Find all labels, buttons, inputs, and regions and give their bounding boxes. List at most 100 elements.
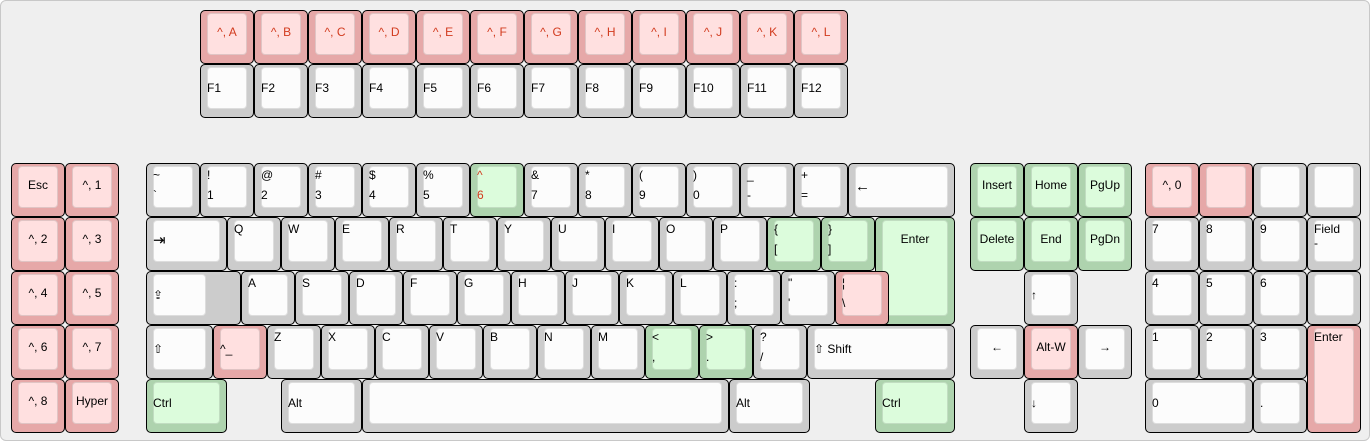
key-n[interactable]: N	[537, 325, 591, 379]
arrow-right-key[interactable]: →	[1078, 325, 1132, 379]
ctrl-c-key[interactable]: ^, C	[308, 10, 362, 64]
key-b[interactable]: B	[483, 325, 537, 379]
ctrl-i-key[interactable]: ^, I	[632, 10, 686, 64]
backspace-key[interactable]: ←	[848, 163, 955, 217]
numpad-row3-key-1[interactable]: 2	[1199, 325, 1253, 379]
key-v[interactable]: V	[429, 325, 483, 379]
numpad-row1-key-2[interactable]: 9	[1253, 217, 1307, 271]
f8-key[interactable]: F8	[578, 64, 632, 118]
ctrl-underscore-key[interactable]: ^_	[213, 325, 267, 379]
ctrl-b-key[interactable]: ^, B	[254, 10, 308, 64]
period-key[interactable]: >.	[699, 325, 753, 379]
numpad-top-key-0[interactable]: ^, 0	[1145, 163, 1199, 217]
space-bar[interactable]	[362, 379, 729, 433]
key-x[interactable]: X	[321, 325, 375, 379]
home-key[interactable]: Home	[1024, 163, 1078, 217]
f7-key[interactable]: F7	[524, 64, 578, 118]
ctrl-g-key[interactable]: ^, G	[524, 10, 578, 64]
arrow-left-key[interactable]: ←	[970, 325, 1024, 379]
left-cluster-key-2[interactable]: ^, 2	[11, 217, 65, 271]
numpad-row1-key-3[interactable]: Field -	[1307, 217, 1361, 271]
key-c[interactable]: C	[375, 325, 429, 379]
delete-key[interactable]: Delete	[970, 217, 1024, 271]
key-w[interactable]: W	[281, 217, 335, 271]
f1-key[interactable]: F1	[200, 64, 254, 118]
key-o[interactable]: O	[659, 217, 713, 271]
numpad-row3-key-0[interactable]: 1	[1145, 325, 1199, 379]
backslash-key[interactable]: ¦ \	[835, 271, 889, 325]
alt-w-key[interactable]: Alt-W	[1024, 325, 1078, 379]
f3-key[interactable]: F3	[308, 64, 362, 118]
left-cluster-key-7[interactable]: ^, 7	[65, 325, 119, 379]
f5-key[interactable]: F5	[416, 64, 470, 118]
key-t[interactable]: T	[443, 217, 497, 271]
tab-key[interactable]: ⇥	[146, 217, 227, 271]
numpad-top-key-3[interactable]	[1307, 163, 1361, 217]
numpad-top-key-1[interactable]	[1199, 163, 1253, 217]
right-ctrl-key[interactable]: Ctrl	[875, 379, 955, 433]
key-d[interactable]: D	[349, 271, 403, 325]
left-cluster-key-8[interactable]: ^, 8	[11, 379, 65, 433]
key-h[interactable]: H	[511, 271, 565, 325]
right-shift-key[interactable]: ⇧ Shift	[807, 325, 955, 379]
left-cluster-key-5[interactable]: ^, 5	[65, 271, 119, 325]
open-bracket-key[interactable]: {[	[767, 217, 821, 271]
numpad-row1-key-1[interactable]: 8	[1199, 217, 1253, 271]
key-z[interactable]: Z	[267, 325, 321, 379]
page-up-key[interactable]: PgUp	[1078, 163, 1132, 217]
numpad-row1-key-0[interactable]: 7	[1145, 217, 1199, 271]
number-row-key-2[interactable]: @2	[254, 163, 308, 217]
arrow-down-key[interactable]: ↓	[1024, 379, 1078, 433]
number-row-key-3[interactable]: #3	[308, 163, 362, 217]
f2-key[interactable]: F2	[254, 64, 308, 118]
key-a[interactable]: A	[241, 271, 295, 325]
numpad-zero-key[interactable]: 0	[1145, 379, 1253, 433]
page-down-key[interactable]: PgDn	[1078, 217, 1132, 271]
key-m[interactable]: M	[591, 325, 645, 379]
key-u[interactable]: U	[551, 217, 605, 271]
key-j[interactable]: J	[565, 271, 619, 325]
number-row-key-7[interactable]: & 7	[524, 163, 578, 217]
semicolon-key[interactable]: :;	[727, 271, 781, 325]
key-k[interactable]: K	[619, 271, 673, 325]
number-row-key-0[interactable]: ~ `	[146, 163, 200, 217]
ctrl-e-key[interactable]: ^, E	[416, 10, 470, 64]
number-row-key-1[interactable]: ! 1	[200, 163, 254, 217]
right-alt-key[interactable]: Alt	[729, 379, 810, 433]
f11-key[interactable]: F11	[740, 64, 794, 118]
key-g[interactable]: G	[457, 271, 511, 325]
left-cluster-key-4[interactable]: ^, 4	[11, 271, 65, 325]
numpad-row2-key-2[interactable]: 6	[1253, 271, 1307, 325]
key-r[interactable]: R	[389, 217, 443, 271]
left-shift-key[interactable]: ⇧	[146, 325, 213, 379]
ctrl-l-key[interactable]: ^, L	[794, 10, 848, 64]
left-cluster-key-9[interactable]: Hyper	[65, 379, 119, 433]
numpad-row2-key-1[interactable]: 5	[1199, 271, 1253, 325]
f4-key[interactable]: F4	[362, 64, 416, 118]
left-cluster-key-1[interactable]: ^, 1	[65, 163, 119, 217]
key-q[interactable]: Q	[227, 217, 281, 271]
ctrl-j-key[interactable]: ^, J	[686, 10, 740, 64]
ctrl-h-key[interactable]: ^, H	[578, 10, 632, 64]
left-cluster-key-6[interactable]: ^, 6	[11, 325, 65, 379]
end-key[interactable]: End	[1024, 217, 1078, 271]
numpad-row2-key-3[interactable]	[1307, 271, 1361, 325]
number-row-key-11[interactable]: _ -	[740, 163, 794, 217]
key-l[interactable]: L	[673, 271, 727, 325]
number-row-key-12[interactable]: + =	[794, 163, 848, 217]
number-row-key-8[interactable]: * 8	[578, 163, 632, 217]
number-row-key-5[interactable]: % 5	[416, 163, 470, 217]
arrow-up-key[interactable]: ↑	[1024, 271, 1078, 325]
numpad-enter-key[interactable]: Enter	[1307, 325, 1361, 433]
ctrl-k-key[interactable]: ^, K	[740, 10, 794, 64]
key-s[interactable]: S	[295, 271, 349, 325]
f9-key[interactable]: F9	[632, 64, 686, 118]
key-i[interactable]: I	[605, 217, 659, 271]
comma-key[interactable]: <,	[645, 325, 699, 379]
quote-key[interactable]: " '	[781, 271, 835, 325]
number-row-key-6[interactable]: ^ 6	[470, 163, 524, 217]
slash-key[interactable]: ? /	[753, 325, 807, 379]
close-bracket-key[interactable]: }]	[821, 217, 875, 271]
numpad-top-key-2[interactable]	[1253, 163, 1307, 217]
left-cluster-key-0[interactable]: Esc	[11, 163, 65, 217]
